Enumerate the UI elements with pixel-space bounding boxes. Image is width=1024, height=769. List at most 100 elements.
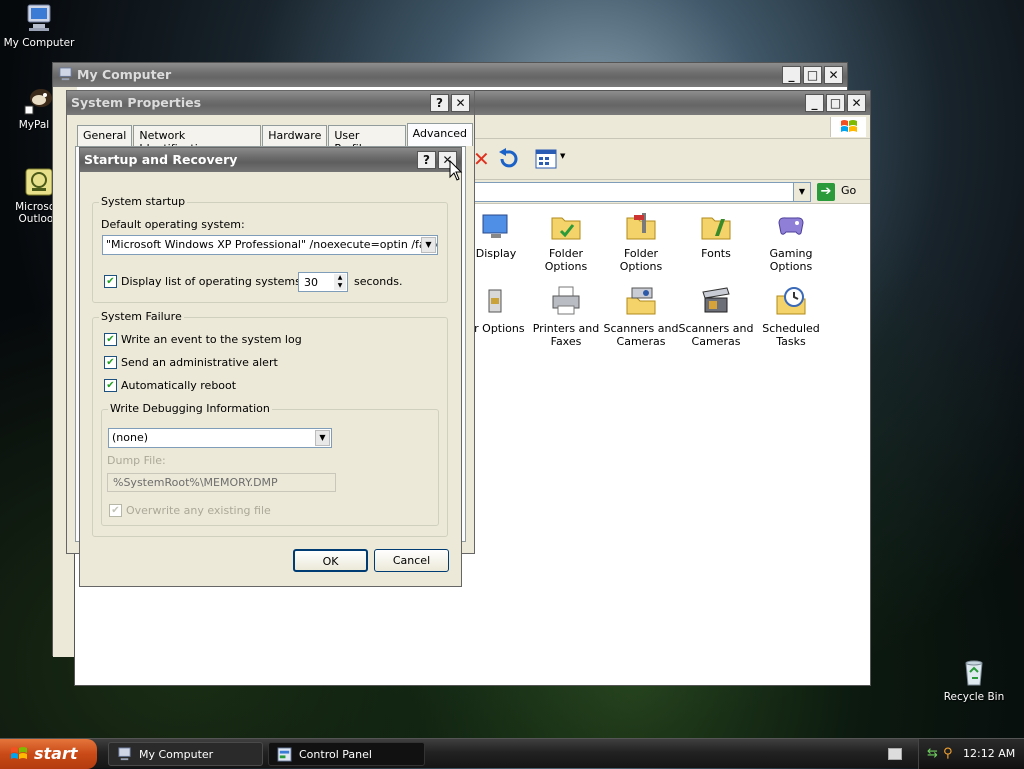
recycle-bin-icon: [965, 660, 983, 686]
desktop-icon-my-computer[interactable]: My Computer: [0, 2, 78, 49]
camera-icon: [702, 287, 730, 313]
tab-network-identification[interactable]: Network Identification: [133, 125, 262, 155]
mouse-cursor-icon: [449, 160, 463, 181]
display-list-label: Display list of operating systems for: [121, 275, 320, 288]
tab-advanced[interactable]: Advanced: [406, 123, 473, 146]
dialog-title: System Properties: [71, 95, 202, 110]
dialog-title: Startup and Recovery: [84, 152, 238, 167]
chevron-down-icon: ▼: [560, 152, 566, 160]
ok-button[interactable]: OK: [293, 549, 368, 572]
chevron-down-icon[interactable]: ▼: [315, 430, 330, 446]
seconds-spinner[interactable]: 30 ▲ ▼: [298, 272, 348, 292]
cp-item-folder-options-2[interactable]: Folder Options: [602, 209, 680, 273]
start-button[interactable]: start: [0, 739, 97, 769]
cp-item-gaming-options[interactable]: Gaming Options: [752, 209, 830, 273]
cp-item-label: Gaming Options: [769, 247, 813, 273]
control-panel-icon: [277, 747, 292, 762]
cp-item-scheduled-tasks[interactable]: Scheduled Tasks: [752, 284, 830, 348]
cp-item-printers-faxes[interactable]: Printers and Faxes: [527, 284, 605, 348]
display-icon: [482, 214, 508, 238]
debugging-group: Write Debugging Information (none) ▼ Dum…: [101, 402, 439, 526]
help-button[interactable]: ?: [417, 151, 436, 169]
overwrite-checkbox[interactable]: ✔: [109, 504, 122, 517]
system-properties-titlebar[interactable]: System Properties ? ✕: [67, 91, 474, 115]
dump-file-input[interactable]: %SystemRoot%\MEMORY.DMP: [107, 473, 336, 492]
cp-item-scanners-cameras-2[interactable]: Scanners and Cameras: [677, 284, 755, 348]
views-button[interactable]: ▼: [533, 147, 569, 171]
close-button[interactable]: ✕: [824, 66, 843, 84]
outlook-icon: [25, 168, 53, 196]
mypal-icon: [24, 89, 52, 115]
startup-recovery-titlebar[interactable]: Startup and Recovery ? ✕: [80, 148, 461, 172]
maximize-button[interactable]: □: [826, 94, 845, 112]
keyboard-icon[interactable]: [888, 748, 902, 760]
cp-item-fonts[interactable]: Fonts: [677, 209, 755, 260]
task-my-computer[interactable]: My Computer: [108, 742, 263, 766]
close-button[interactable]: ✕: [847, 94, 866, 112]
system-startup-group: System startup Default operating system:…: [92, 195, 448, 303]
chevron-down-icon[interactable]: ▼: [421, 237, 436, 253]
scanner-icon: [626, 287, 656, 315]
close-button[interactable]: ✕: [451, 94, 470, 112]
start-label: start: [34, 744, 78, 763]
fonts-folder-icon: [701, 217, 731, 240]
group-legend: System Failure: [99, 310, 184, 323]
windows-flag-icon: [841, 120, 857, 132]
tab-user-profiles[interactable]: User Profiles: [328, 125, 406, 155]
go-button[interactable]: ➔ Go: [817, 182, 861, 202]
default-os-select[interactable]: "Microsoft Windows XP Professional" /noe…: [102, 235, 438, 255]
write-event-label: Write an event to the system log: [121, 333, 302, 346]
delete-icon[interactable]: ✕: [473, 147, 490, 171]
desktop-icon-label: Recycle Bin: [943, 691, 1005, 703]
address-input[interactable]: ▼: [467, 182, 811, 202]
dump-file-value: %SystemRoot%\MEMORY.DMP: [113, 476, 278, 489]
network-icon[interactable]: ⇆: [927, 739, 938, 769]
startup-recovery-dialog: Startup and Recovery ? ✕ System startup …: [79, 147, 462, 587]
cp-item-scanners-cameras[interactable]: Scanners and Cameras: [602, 284, 680, 348]
system-tray: ⇆ ⚲ 12:12 AM: [918, 739, 1024, 769]
display-list-checkbox[interactable]: ✔: [104, 275, 117, 288]
group-legend: Write Debugging Information: [108, 402, 272, 415]
minimize-button[interactable]: _: [782, 66, 801, 84]
printer-icon: [552, 286, 580, 315]
cp-item-label: Scheduled Tasks: [762, 322, 820, 348]
go-arrow-icon: ➔: [817, 183, 835, 201]
send-alert-checkbox[interactable]: ✔: [104, 356, 117, 369]
cp-item-folder-options[interactable]: Folder Options: [527, 209, 605, 273]
cancel-button[interactable]: Cancel: [374, 549, 449, 572]
dump-file-label: Dump File:: [107, 454, 166, 467]
cp-item-label: Scanners and Cameras: [603, 322, 679, 348]
power-options-icon: [488, 289, 502, 313]
search-icon[interactable]: ⚲: [943, 739, 953, 769]
task-label: Control Panel: [299, 748, 372, 761]
desktop: My Computer MyPal 6 Microsoft Outlook Re…: [0, 0, 1024, 738]
write-event-checkbox[interactable]: ✔: [104, 333, 117, 346]
tab-general[interactable]: General: [77, 125, 133, 146]
window-title: My Computer: [77, 67, 172, 82]
tab-hardware[interactable]: Hardware: [262, 125, 328, 146]
go-label: Go: [841, 184, 857, 197]
undo-icon[interactable]: [497, 148, 519, 170]
cp-item-label: Folder Options: [619, 247, 663, 273]
default-os-label: Default operating system:: [101, 218, 245, 231]
desktop-icon-recycle-bin[interactable]: Recycle Bin: [935, 656, 1013, 703]
debug-type-value: (none): [112, 431, 149, 444]
task-control-panel[interactable]: Control Panel: [268, 742, 425, 766]
auto-reboot-checkbox[interactable]: ✔: [104, 379, 117, 392]
debug-type-select[interactable]: (none) ▼: [108, 428, 332, 448]
maximize-button[interactable]: □: [803, 66, 822, 84]
taskbar: start My Computer Control Panel ⇆ ⚲ 12:1…: [0, 738, 1024, 769]
my-computer-titlebar[interactable]: My Computer _ □ ✕: [53, 63, 847, 87]
clock: 12:12 AM: [963, 747, 1016, 760]
help-button[interactable]: ?: [430, 94, 449, 112]
spin-down-icon[interactable]: ▼: [334, 282, 346, 290]
computer-icon: [27, 4, 51, 31]
send-alert-label: Send an administrative alert: [121, 356, 278, 369]
minimize-button[interactable]: _: [805, 94, 824, 112]
seconds-label: seconds.: [354, 275, 403, 288]
spin-up-icon[interactable]: ▲: [334, 274, 346, 282]
auto-reboot-label: Automatically reboot: [121, 379, 237, 392]
windows-flag-icon: [11, 747, 27, 759]
desktop-icon-label: My Computer: [3, 37, 75, 49]
chevron-down-icon[interactable]: ▼: [793, 183, 810, 201]
